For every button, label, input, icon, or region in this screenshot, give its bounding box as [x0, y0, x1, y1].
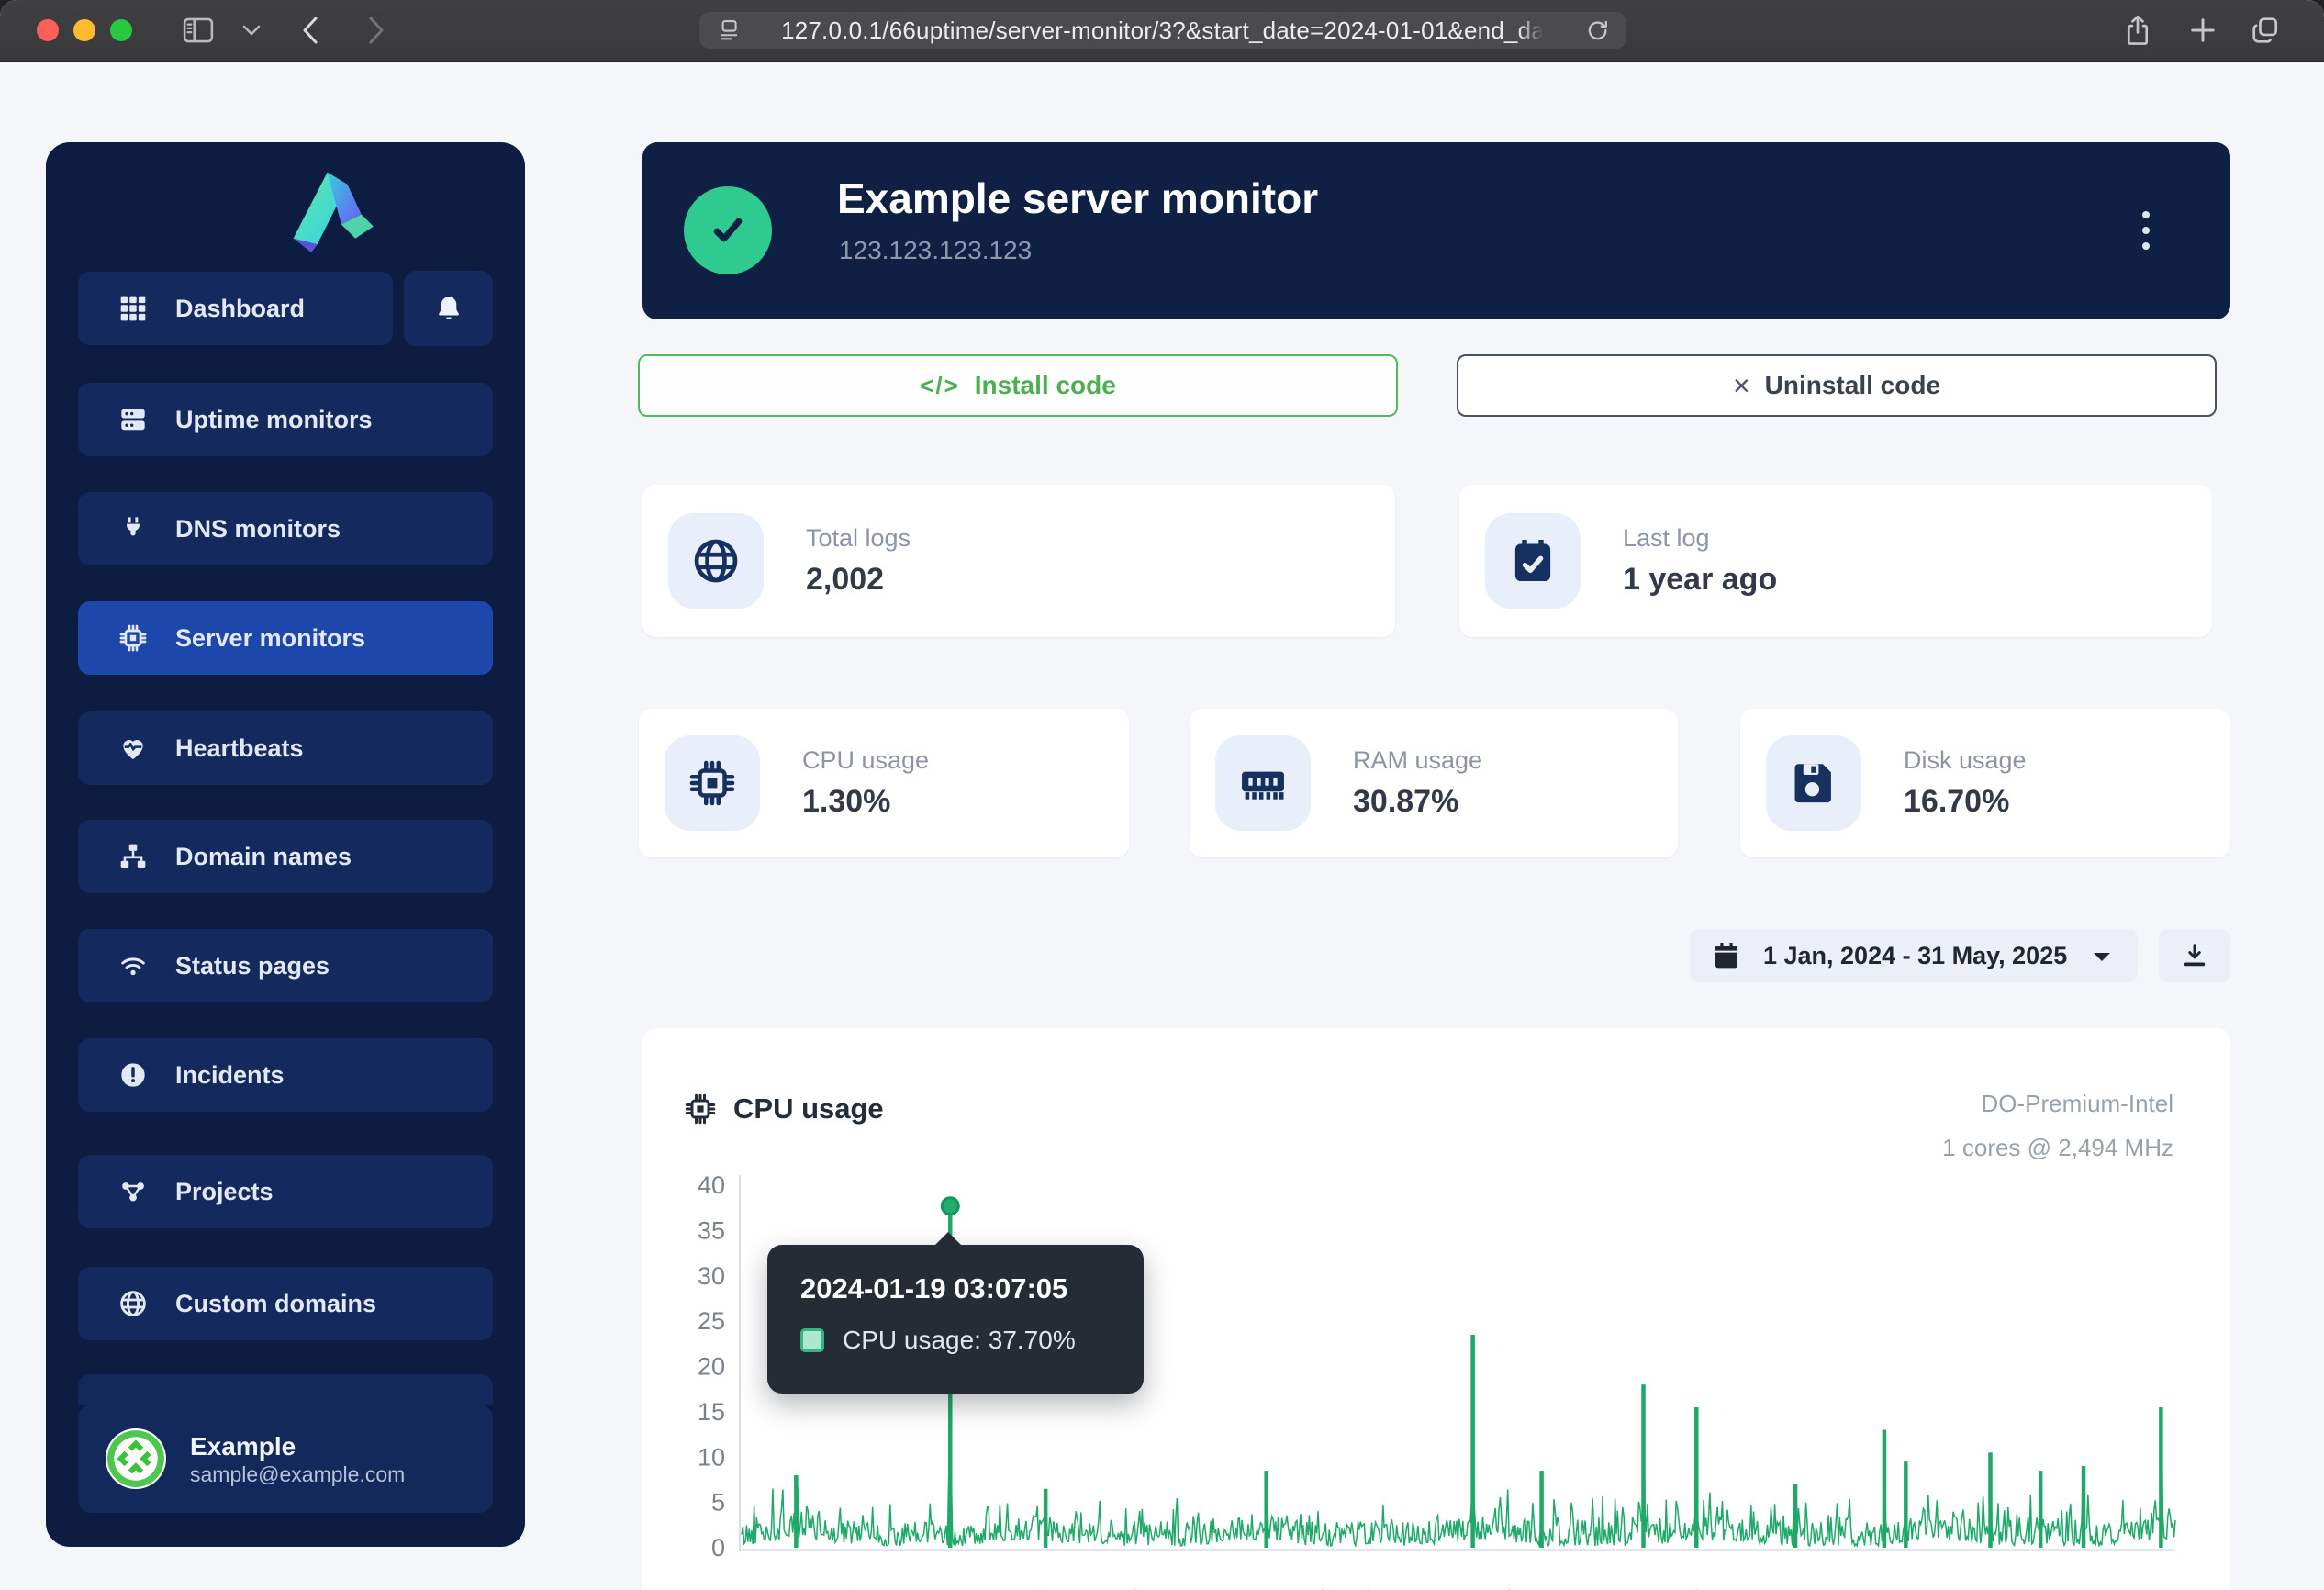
stat-value: 16.70%: [1904, 784, 2027, 820]
stat-label: CPU usage: [802, 746, 929, 775]
back-button[interactable]: [292, 0, 329, 61]
sidebar-item-projects[interactable]: Projects: [78, 1155, 493, 1228]
install-code-button[interactable]: </> Install code: [638, 354, 1398, 417]
zoom-window-button[interactable]: [110, 19, 132, 41]
sidebar-toggle-icon[interactable]: [176, 0, 220, 61]
stat-card-disk-usage: Disk usage 16.70%: [1740, 709, 2230, 857]
sidebar-item-domain-names[interactable]: Domain names: [78, 820, 493, 893]
chart-title: CPU usage: [684, 1092, 884, 1125]
stat-label: Disk usage: [1904, 746, 2027, 775]
stat-icon-tile: [1485, 513, 1581, 609]
code-icon: </>: [920, 372, 960, 400]
date-range-picker[interactable]: 1 Jan, 2024 - 31 May, 2025: [1690, 929, 2138, 982]
monitor-ip: 123.123.123.123: [839, 236, 1032, 265]
calendar-check-icon: [1508, 536, 1558, 586]
new-tab-icon[interactable]: [2181, 0, 2225, 61]
uninstall-code-button[interactable]: × Uninstall code: [1457, 354, 2217, 417]
sitemap-icon: [118, 842, 148, 871]
chart-tooltip: 2024-01-19 03:07:05 CPU usage: 37.70%: [767, 1245, 1144, 1394]
sidebar-item-server-monitors[interactable]: Server monitors: [78, 601, 493, 675]
avatar: [106, 1428, 166, 1489]
share-nodes-icon: [118, 1177, 148, 1206]
page-title: Example server monitor: [837, 174, 1318, 223]
notifications-bell-button[interactable]: [404, 271, 493, 346]
stat-card-last-log: Last log 1 year ago: [1459, 485, 2212, 637]
sidebar-item-status-pages[interactable]: Status pages: [78, 929, 493, 1002]
minimize-window-button[interactable]: [73, 19, 95, 41]
heart-pulse-icon: [118, 733, 148, 763]
stat-value: 1.30%: [802, 784, 929, 820]
tooltip-timestamp: 2024-01-19 03:07:05: [800, 1272, 1144, 1305]
sidebar-item-heartbeats[interactable]: Heartbeats: [78, 711, 493, 785]
ram-icon: [1238, 758, 1288, 808]
sidebar: Dashboard Uptime monitors DNS monitors Serv…: [46, 142, 525, 1547]
caret-down-icon: [2092, 942, 2112, 970]
sidebar-item-custom-domains[interactable]: Custom domains: [78, 1267, 493, 1340]
sidebar-item-uptime-monitors[interactable]: Uptime monitors: [78, 383, 493, 456]
stat-value: 1 year ago: [1623, 562, 1777, 598]
stat-icon-tile: [1215, 735, 1311, 831]
forward-button[interactable]: [358, 0, 395, 61]
app-logo: [281, 164, 382, 252]
url-text: 127.0.0.1/66uptime/server-monitor/3?&sta…: [758, 17, 1568, 45]
browser-toolbar: 127.0.0.1/66uptime/server-monitor/3?&sta…: [0, 0, 2324, 62]
stat-value: 30.87%: [1353, 784, 1482, 820]
browser-window: 127.0.0.1/66uptime/server-monitor/3?&sta…: [0, 0, 2324, 1590]
server-icon: [118, 405, 148, 434]
chart-server-info: DO-Premium-Intel 1 cores @ 2,494 MHz: [1942, 1081, 2173, 1170]
stat-card-cpu-usage: CPU usage 1.30%: [639, 709, 1129, 857]
bell-icon: [434, 294, 464, 323]
wifi-icon: [118, 951, 148, 980]
chip-icon: [118, 623, 148, 653]
tab-overview-icon[interactable]: [2243, 0, 2287, 61]
chip-icon: [687, 758, 737, 808]
stat-card-total-logs: Total logs 2,002: [642, 485, 1395, 637]
monitor-header-card: Example server monitor 123.123.123.123: [642, 142, 2230, 319]
chevron-down-icon[interactable]: [237, 0, 266, 61]
chip-icon: [684, 1092, 717, 1125]
page-settings-icon[interactable]: [699, 0, 758, 61]
plug-icon: [118, 514, 148, 543]
stat-icon-tile: [1766, 735, 1861, 831]
sidebar-item-dns-monitors[interactable]: DNS monitors: [78, 492, 493, 565]
stat-label: Last log: [1623, 524, 1777, 553]
stat-icon-tile: [665, 735, 760, 831]
date-range-label: 1 Jan, 2024 - 31 May, 2025: [1763, 942, 2067, 970]
user-profile[interactable]: Example sample@example.com: [78, 1405, 493, 1513]
status-ok-icon: [684, 186, 772, 274]
user-email: sample@example.com: [190, 1462, 405, 1487]
globe-icon: [691, 536, 741, 586]
calendar-icon: [1690, 925, 1763, 986]
disk-icon: [1789, 758, 1838, 808]
sidebar-item-partial: [78, 1374, 493, 1405]
sidebar-item-dashboard[interactable]: Dashboard: [78, 272, 393, 345]
address-bar[interactable]: 127.0.0.1/66uptime/server-monitor/3?&sta…: [699, 12, 1626, 49]
stat-card-ram-usage: RAM usage 30.87%: [1190, 709, 1678, 857]
kebab-menu-button[interactable]: [2126, 188, 2166, 273]
close-icon: ×: [1733, 371, 1750, 400]
grid-icon: [118, 294, 148, 323]
tooltip-value: CPU usage: 37.70%: [843, 1326, 1076, 1355]
globe-icon: [118, 1289, 148, 1318]
stat-label: Total logs: [806, 524, 911, 553]
stat-icon-tile: [668, 513, 764, 609]
stat-label: RAM usage: [1353, 746, 1482, 775]
download-icon: [2181, 942, 2208, 969]
server-name: DO-Premium-Intel: [1942, 1081, 2173, 1125]
alert-icon: [118, 1060, 148, 1090]
download-report-button[interactable]: [2159, 929, 2230, 982]
reload-icon[interactable]: [1568, 0, 1626, 61]
close-window-button[interactable]: [37, 19, 59, 41]
user-name: Example: [190, 1430, 405, 1462]
share-icon[interactable]: [2116, 0, 2160, 61]
series-swatch: [800, 1328, 824, 1352]
sidebar-item-incidents[interactable]: Incidents: [78, 1038, 493, 1112]
server-specs: 1 cores @ 2,494 MHz: [1942, 1125, 2173, 1170]
chip-icon: [684, 1092, 717, 1125]
stat-value: 2,002: [806, 562, 911, 598]
